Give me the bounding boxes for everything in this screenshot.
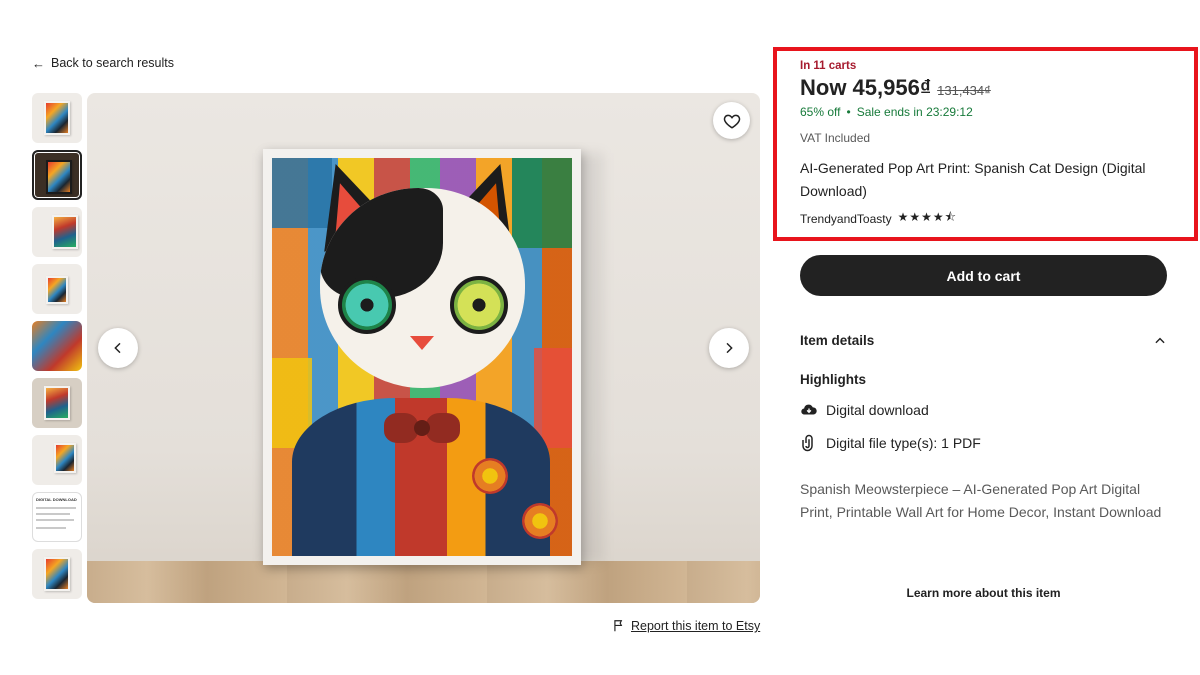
- shop-name-link[interactable]: TrendyandToasty: [800, 212, 892, 226]
- wood-floor: [87, 561, 760, 603]
- item-details-heading: Item details: [800, 333, 875, 348]
- add-to-cart-button[interactable]: Add to cart: [800, 255, 1167, 296]
- report-item-link[interactable]: Report this item to Etsy: [612, 619, 760, 633]
- discount-label: 65% off: [800, 105, 841, 119]
- thumbnail-4[interactable]: [32, 264, 82, 314]
- favorite-button[interactable]: [713, 102, 750, 139]
- heart-icon: [723, 114, 740, 129]
- sale-info: 65% off • Sale ends in 23:29:12: [800, 105, 973, 119]
- thumbnail-7[interactable]: [32, 435, 82, 485]
- cloud-download-icon: [801, 404, 817, 415]
- sale-price: Now 45,956₫: [800, 75, 932, 100]
- in-carts-label: In 11 carts: [800, 60, 857, 72]
- pop-art-cat-painting: [272, 158, 572, 556]
- framed-print: [263, 149, 581, 565]
- thumbnail-9[interactable]: [32, 549, 82, 599]
- arrow-left-icon: ←: [32, 55, 45, 71]
- thumbnail-2-selected[interactable]: [32, 150, 82, 200]
- thumbnail-1[interactable]: [32, 93, 82, 143]
- thumbnail-8-digital-download[interactable]: DIGITAL DOWNLOAD: [32, 492, 82, 542]
- thumbnail-3[interactable]: [32, 207, 82, 257]
- main-product-image: [87, 93, 760, 603]
- highlights-heading: Highlights: [800, 372, 866, 387]
- feature-digital-download: Digital download: [800, 401, 929, 419]
- back-to-search-link[interactable]: ← Back to search results: [32, 56, 174, 70]
- thumbnail-strip: DIGITAL DOWNLOAD: [32, 93, 82, 603]
- star-rating-icon[interactable]: ★★★★⯪: [898, 208, 957, 229]
- back-link-label: Back to search results: [51, 56, 174, 70]
- thumbnail-6[interactable]: [32, 378, 82, 428]
- report-label: Report this item to Etsy: [631, 619, 761, 633]
- flag-icon: [614, 620, 623, 632]
- listing-title: AI-Generated Pop Art Print: Spanish Cat …: [800, 160, 1146, 199]
- sale-countdown: Sale ends in 23:29:12: [856, 105, 973, 119]
- next-image-button[interactable]: [709, 328, 749, 368]
- item-description: Spanish Meowsterpiece – AI-Generated Pop…: [800, 481, 1162, 520]
- feature-label: Digital download: [826, 402, 929, 418]
- original-price: 131,434₫: [937, 83, 991, 98]
- chevron-up-icon: [1155, 337, 1165, 343]
- item-details-toggle[interactable]: Item details: [800, 333, 1167, 348]
- thumbnail-5[interactable]: [32, 321, 82, 371]
- vat-label: VAT Included: [800, 131, 871, 145]
- feature-label: Digital file type(s): 1 PDF: [826, 435, 981, 451]
- paperclip-icon: [802, 434, 813, 452]
- previous-image-button[interactable]: [98, 328, 138, 368]
- thumbnail-doc-title: DIGITAL DOWNLOAD: [36, 497, 77, 502]
- description-fade-overlay: [790, 520, 1180, 590]
- chevron-right-icon: [726, 342, 733, 354]
- feature-file-type: Digital file type(s): 1 PDF: [800, 434, 981, 452]
- bullet-separator: •: [846, 105, 851, 119]
- learn-more-button[interactable]: Learn more about this item: [800, 586, 1167, 600]
- chevron-left-icon: [114, 342, 121, 354]
- price-row: Now 45,956₫ 131,434₫: [800, 75, 991, 101]
- shop-row: TrendyandToasty ★★★★⯪: [800, 208, 957, 229]
